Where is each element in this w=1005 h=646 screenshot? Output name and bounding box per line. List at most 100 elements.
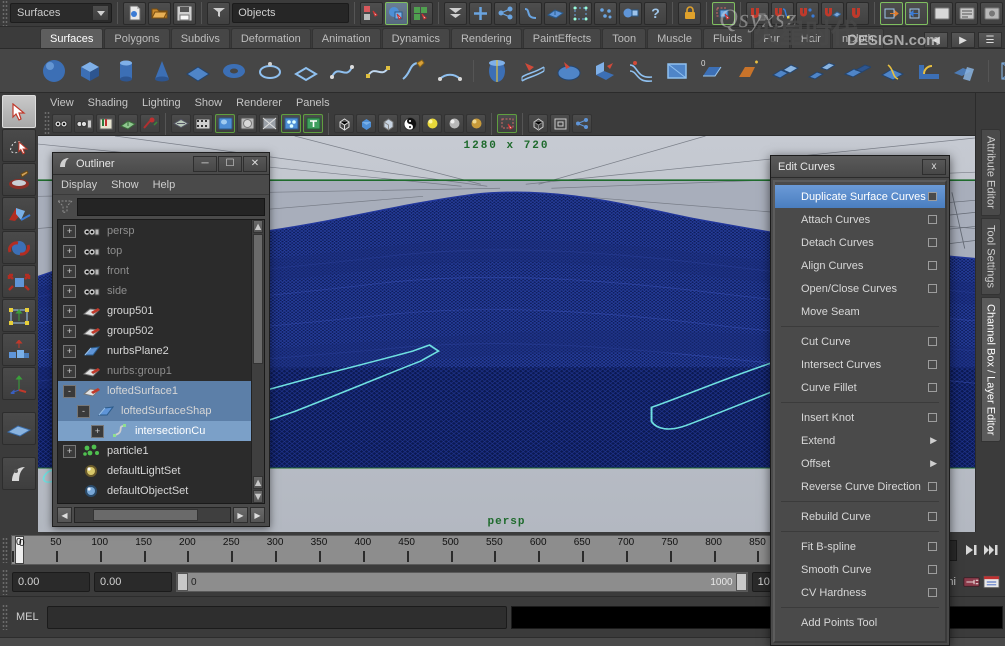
shelf-tab-toon[interactable]: Toon: [602, 28, 647, 48]
deformers-mask-icon[interactable]: [569, 1, 592, 25]
shelf-tab-painteffects[interactable]: PaintEffects: [522, 28, 602, 48]
surfaces-mask-icon[interactable]: [544, 1, 567, 25]
menu-item-insert-knot[interactable]: Insert Knot: [775, 406, 945, 429]
shelf-tab-polygons[interactable]: Polygons: [104, 28, 170, 48]
outliner-item[interactable]: - loftedSurface1: [58, 381, 264, 401]
nurbs-square-icon[interactable]: [290, 55, 322, 87]
chevron-down-icon[interactable]: [92, 5, 110, 21]
minimize-button[interactable]: ─: [193, 155, 217, 172]
option-box-icon[interactable]: [928, 192, 937, 201]
snap-to-plane-icon[interactable]: [821, 1, 844, 25]
misc-mask-icon[interactable]: ?: [644, 1, 667, 25]
xray-icon[interactable]: [528, 114, 548, 133]
select-by-component-icon[interactable]: [410, 1, 433, 25]
outliner-item[interactable]: defaultLightSet: [58, 461, 264, 481]
snap-to-viewplane-icon[interactable]: [846, 1, 869, 25]
dock-tab-attribute-editor[interactable]: Attribute Editor: [980, 129, 1001, 216]
hscroll-thumb[interactable]: [93, 509, 198, 521]
nurbs-cone-icon[interactable]: [146, 55, 178, 87]
menu-item-offset[interactable]: Offset ▶: [775, 452, 945, 475]
curves-mask-icon[interactable]: [519, 1, 542, 25]
close-icon[interactable]: x: [922, 158, 946, 175]
last-tool-used[interactable]: [2, 367, 36, 400]
expand-icon[interactable]: +: [63, 224, 76, 238]
light-all-icon[interactable]: [466, 114, 486, 133]
safe-title-icon[interactable]: [303, 114, 323, 133]
close-button[interactable]: ✕: [243, 155, 267, 172]
rendering-mask-icon[interactable]: [619, 1, 642, 25]
shelf-tab-muscle[interactable]: Muscle: [647, 28, 702, 48]
edit-curves-menu[interactable]: Edit Curves x Duplicate Surface Curves At…: [770, 155, 950, 646]
expand-icon[interactable]: +: [63, 264, 76, 278]
command-language-label[interactable]: MEL: [12, 611, 43, 623]
menu-item-cut-curve[interactable]: Cut Curve: [775, 330, 945, 353]
snap-grid-icon[interactable]: [712, 1, 735, 25]
joints-mask-icon[interactable]: [494, 1, 517, 25]
outliner-item[interactable]: + front: [58, 261, 264, 281]
align-surfaces-icon[interactable]: [841, 55, 873, 87]
outliner-item[interactable]: + nurbs:group1: [58, 361, 264, 381]
animation-preferences-icon[interactable]: [963, 574, 980, 591]
outliner-item[interactable]: + top: [58, 241, 264, 261]
viewport-menu-shading[interactable]: Shading: [88, 97, 128, 109]
nurbs-circle-icon[interactable]: [254, 55, 286, 87]
viewport-menu-show[interactable]: Show: [195, 97, 223, 109]
outliner-search-input[interactable]: [77, 198, 265, 216]
detach-surfaces-icon[interactable]: [805, 55, 837, 87]
animation-start-field[interactable]: 0.00: [94, 572, 172, 592]
range-start-field[interactable]: 0.00: [12, 572, 90, 592]
attach-surfaces-icon[interactable]: [769, 55, 801, 87]
lock-icon[interactable]: [678, 1, 701, 25]
nurbs-sphere-icon[interactable]: [38, 55, 70, 87]
select-by-object-icon[interactable]: [385, 1, 408, 25]
revolve-icon[interactable]: [481, 55, 513, 87]
status-line-gripper[interactable]: [2, 0, 8, 26]
outliner-horizontal-scrollbar[interactable]: [74, 507, 231, 523]
ipr-render-icon[interactable]: [930, 1, 953, 25]
auto-key-icon[interactable]: [983, 574, 1000, 591]
outliner-item[interactable]: + persp: [58, 221, 264, 241]
maya-logo-icon[interactable]: [2, 457, 36, 490]
shelf-tab-animation[interactable]: Animation: [311, 28, 381, 48]
xray-joints-icon[interactable]: [550, 114, 570, 133]
option-box-icon[interactable]: [928, 542, 937, 551]
option-box-icon[interactable]: [928, 565, 937, 574]
outliner-item[interactable]: + side: [58, 281, 264, 301]
menu-item-attach-curves[interactable]: Attach Curves: [775, 208, 945, 231]
image-plane-icon[interactable]: [118, 114, 138, 133]
time-slider-gripper[interactable]: [2, 537, 8, 563]
menu-item-detach-curves[interactable]: Detach Curves: [775, 231, 945, 254]
cv-curve-tool-icon[interactable]: [326, 55, 358, 87]
intersect-surfaces-icon[interactable]: [949, 55, 981, 87]
outliner-item[interactable]: - loftedSurfaceShap: [58, 401, 264, 421]
selection-mask-dropdown-icon[interactable]: [207, 1, 231, 25]
shelf-tab-subdivs[interactable]: Subdivs: [170, 28, 230, 48]
shelf-tab-surfaces[interactable]: Surfaces: [40, 28, 104, 48]
rotate-tool[interactable]: [2, 231, 36, 264]
ep-curve-tool-icon[interactable]: [362, 55, 394, 87]
expand-icon[interactable]: +: [63, 364, 76, 378]
expand-icon[interactable]: +: [63, 344, 76, 358]
scroll-down-arrow[interactable]: ▲: [253, 476, 263, 489]
scroll-left-arrow[interactable]: ◀: [57, 507, 72, 523]
pencil-curve-tool-icon[interactable]: [398, 55, 430, 87]
menu-item-intersect-curves[interactable]: Intersect Curves: [775, 353, 945, 376]
maximize-button[interactable]: ☐: [218, 155, 242, 172]
shelf-tab-deformation[interactable]: Deformation: [230, 28, 311, 48]
scroll-right-arrow-2[interactable]: ▶: [250, 507, 265, 523]
menu-item-move-seam[interactable]: Move Seam: [775, 300, 945, 323]
birail-icon[interactable]: [625, 55, 657, 87]
viewport-menu-lighting[interactable]: Lighting: [142, 97, 181, 109]
shelf-next-icon[interactable]: ▶: [951, 32, 975, 48]
paint-effects-globals-icon[interactable]: [140, 114, 160, 133]
scroll-right-arrow[interactable]: ▶: [233, 507, 248, 523]
extrude-icon[interactable]: [589, 55, 621, 87]
shelf-tab-fluids[interactable]: Fluids: [702, 28, 753, 48]
nurbs-torus-icon[interactable]: [218, 55, 250, 87]
option-box-icon[interactable]: [928, 413, 937, 422]
filter-icon[interactable]: [56, 199, 74, 216]
shelf-tab-dynamics[interactable]: Dynamics: [381, 28, 450, 48]
viewport-menu-renderer[interactable]: Renderer: [236, 97, 282, 109]
light-flat-icon[interactable]: [422, 114, 442, 133]
scrollbar-thumb[interactable]: [253, 234, 263, 364]
